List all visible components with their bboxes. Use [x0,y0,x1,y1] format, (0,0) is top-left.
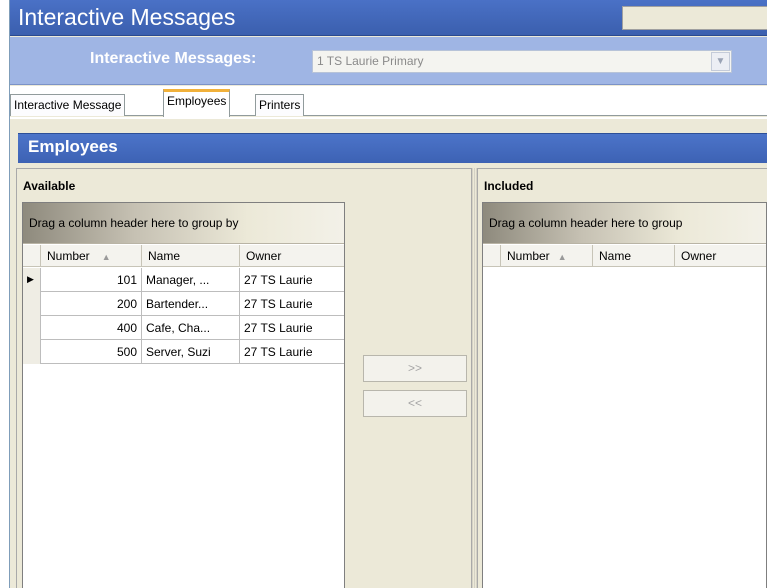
column-header-owner[interactable]: Owner [675,245,765,267]
row-selector-header [483,245,501,267]
add-employee-button[interactable]: >> [363,355,467,382]
available-panel: Available Drag a column header here to g… [16,168,472,588]
row-indicator-icon: ▶ [23,268,41,292]
cell-name: Cafe, Cha... [142,316,240,340]
column-header-number[interactable]: Number ▲ [501,245,593,267]
selector-value: 1 TS Laurie Primary [317,54,424,68]
tab-interactive-message[interactable]: Interactive Message [10,94,126,116]
section-header: Employees [18,133,767,163]
title-bar-panel [622,6,767,30]
group-by-area[interactable]: Drag a column header here to group by [23,203,344,244]
row-selector [23,340,41,364]
group-by-hint: Drag a column header here to group [489,216,683,230]
cell-number: 200 [41,292,142,316]
available-rows: ▶ 101 Manager, ... 27 TS Laurie 200 Bart… [23,268,344,364]
row-selector [23,292,41,316]
message-selector-row: Interactive Messages: 1 TS Laurie Primar… [10,37,767,85]
row-selector [23,316,41,340]
cell-name: Server, Suzi [142,340,240,364]
group-by-hint: Drag a column header here to group by [29,216,239,230]
cell-number: 500 [41,340,142,364]
column-header-name[interactable]: Name [142,245,240,267]
table-row[interactable]: 400 Cafe, Cha... 27 TS Laurie [23,316,344,340]
table-row[interactable]: 200 Bartender... 27 TS Laurie [23,292,344,316]
tab-content: Employees Available Drag a column header… [10,117,767,588]
column-header-owner[interactable]: Owner [240,245,344,267]
cell-name: Bartender... [142,292,240,316]
selector-label: Interactive Messages: [90,50,257,67]
cell-number: 400 [41,316,142,340]
available-grid[interactable]: Drag a column header here to group by Nu… [22,202,345,588]
column-headers: Number ▲ Name Owner [23,245,344,267]
table-row[interactable]: ▶ 101 Manager, ... 27 TS Laurie [23,268,344,292]
chevron-down-icon[interactable]: ▼ [711,52,730,71]
cell-owner: 27 TS Laurie [244,297,313,311]
tab-strip: Interactive Message Employees Printers [10,86,767,117]
title-bar: Interactive Messages [10,0,767,36]
included-panel: Included Drag a column header here to gr… [477,168,767,588]
column-header-number[interactable]: Number ▲ [41,245,142,267]
app-window: Interactive Messages Interactive Message… [9,0,767,588]
column-headers: Number ▲ Name Owner [483,245,766,267]
sort-ascending-icon: ▲ [101,252,111,262]
cell-owner: 27 TS Laurie [244,273,313,287]
group-by-area[interactable]: Drag a column header here to group [483,203,766,244]
cell-number: 101 [41,268,142,292]
window-title: Interactive Messages [18,4,236,30]
included-grid[interactable]: Drag a column header here to group Numbe… [482,202,767,588]
interactive-message-select[interactable]: 1 TS Laurie Primary ▼ [312,50,732,73]
remove-employee-button[interactable]: << [363,390,467,417]
included-label: Included [484,179,534,193]
sort-ascending-icon: ▲ [557,252,567,262]
table-row[interactable]: 500 Server, Suzi 27 TS Laurie [23,340,344,364]
cell-owner: 27 TS Laurie [244,321,313,335]
column-header-name[interactable]: Name [593,245,675,267]
cell-name: Manager, ... [142,268,240,292]
cell-owner: 27 TS Laurie [244,345,313,359]
row-selector-header [23,245,41,267]
available-label: Available [23,179,76,193]
tab-employees[interactable]: Employees [163,89,231,117]
section-title: Employees [28,137,118,156]
tab-printers[interactable]: Printers [255,94,305,116]
